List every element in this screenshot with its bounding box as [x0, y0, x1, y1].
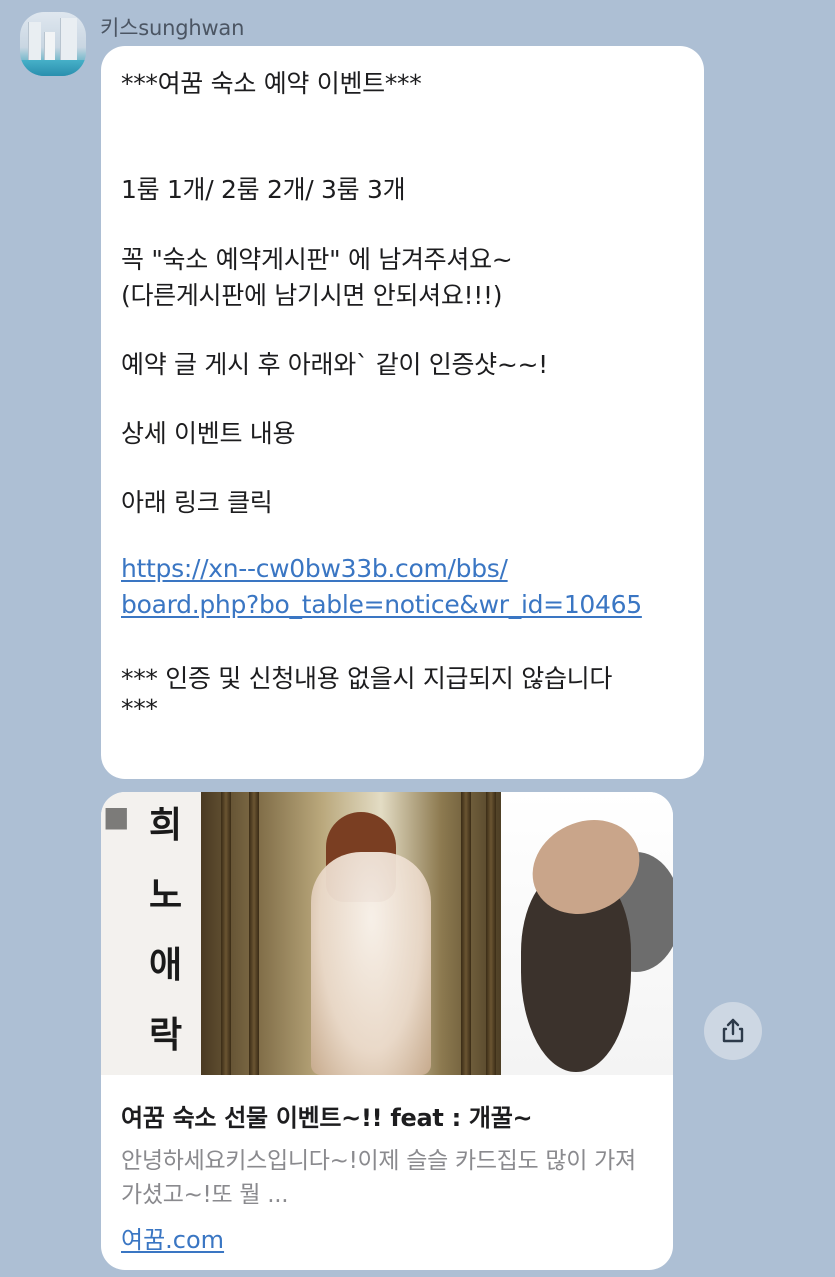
message-line: 상세 이벤트 내용	[121, 419, 296, 448]
calligraphy-char: 노	[149, 874, 183, 916]
photo-woman-bamboo	[201, 792, 501, 1075]
link-preview-image: ■ 희 노 애 락	[101, 792, 673, 1075]
share-icon	[722, 1018, 744, 1043]
bamboo-stalk	[461, 792, 471, 1075]
calligraphy-char-faint: ■	[103, 800, 130, 833]
avatar-building	[60, 18, 77, 62]
bamboo-stalk	[221, 792, 231, 1075]
sender-name: 키스sunghwan	[100, 16, 245, 40]
message-line: 예약 글 게시 후 아래와` 같이 인증샷~~!	[121, 350, 548, 379]
link-preview-domain[interactable]: 여꿈.com	[121, 1220, 224, 1255]
photo-woman-reclining	[501, 792, 673, 1075]
message-line: (다른게시판에 남기시면 안되셔요!!!)	[121, 281, 503, 310]
message-line: *** 인증 및 신청내용 없을시 지급되지 않습니다	[121, 664, 613, 693]
message-line: ***	[121, 694, 158, 723]
calligraphy-char: 락	[149, 1014, 183, 1056]
link-preview-title: 여꿈 숙소 선물 이벤트~!! feat : 개꿀~	[121, 1104, 533, 1132]
message-bubble[interactable]: ***여꿈 숙소 예약 이벤트*** 1룸 1개/ 2룸 2개/ 3룸 3개 꼭…	[101, 46, 704, 779]
message-line: ***여꿈 숙소 예약 이벤트***	[121, 69, 422, 98]
message-link[interactable]: board.php?bo_table=notice&wr_id=10465	[121, 590, 642, 619]
message-line: 아래 링크 클릭	[121, 488, 273, 517]
bamboo-stalk	[486, 792, 496, 1075]
calligraphy-char: 희	[149, 804, 183, 846]
photo-figure	[311, 852, 431, 1075]
share-button[interactable]	[704, 1002, 762, 1060]
link-preview-description: 안녕하세요키스입니다~!이제 슬슬 카드집도 많이 가져가셨고~!또 뭘 ...	[121, 1148, 636, 1208]
avatar-building	[28, 22, 41, 62]
calligraphy-panel: ■ 희 노 애 락	[101, 792, 201, 1075]
link-preview-card[interactable]: ■ 희 노 애 락 여꿈 숙소 선물 이벤트~!! feat : 개꿀~ 안녕하…	[101, 792, 673, 1270]
message-line: 꼭 "숙소 예약게시판" 에 남겨주셔요~	[121, 245, 513, 274]
bamboo-stalk	[249, 792, 259, 1075]
calligraphy-char: 애	[149, 944, 183, 986]
message-line: 1룸 1개/ 2룸 2개/ 3룸 3개	[121, 175, 406, 204]
avatar-building	[44, 32, 55, 62]
avatar[interactable]	[20, 12, 86, 76]
message-link[interactable]: https://xn--cw0bw33b.com/bbs/	[121, 554, 508, 583]
avatar-pool	[20, 60, 86, 76]
